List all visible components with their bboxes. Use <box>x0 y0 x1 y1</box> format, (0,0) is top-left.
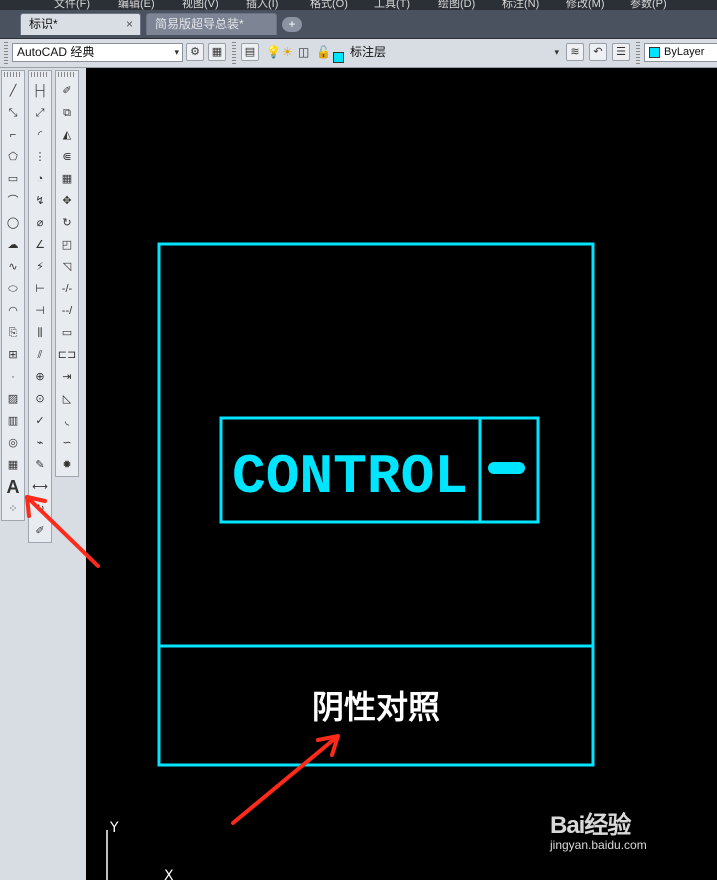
baidu-watermark: Bai经验 jingyan.baidu.com <box>550 805 647 852</box>
arrow-to-caption <box>231 734 340 825</box>
annotation-arrows <box>25 495 340 825</box>
watermark-brand: Bai经验 <box>550 812 631 839</box>
watermark-url: jingyan.baidu.com <box>550 838 647 852</box>
arrow-to-text-tool <box>25 495 100 568</box>
